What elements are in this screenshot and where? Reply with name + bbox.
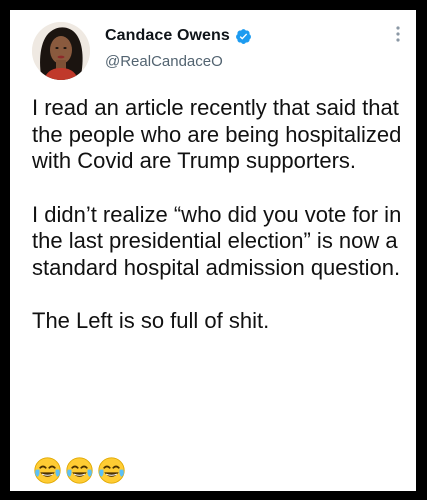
- face-with-tears-of-joy-icon: [65, 456, 94, 485]
- verified-badge-icon: [235, 28, 252, 45]
- tweet-text: I read an article recently that said tha…: [32, 95, 402, 335]
- more-options-icon[interactable]: [394, 24, 402, 44]
- emoji-row: [33, 456, 126, 485]
- face-with-tears-of-joy-icon: [33, 456, 62, 485]
- tweet-paragraph: The Left is so full of shit.: [32, 308, 270, 333]
- tweet-paragraph: I read an article recently that said tha…: [32, 95, 402, 173]
- author-name-row: Candace Owens: [105, 27, 252, 45]
- tweet-card: Candace Owens @RealCandaceO I read an ar…: [10, 10, 416, 491]
- face-with-tears-of-joy-icon: [97, 456, 126, 485]
- author-handle[interactable]: @RealCandaceO: [105, 53, 223, 70]
- author-display-name[interactable]: Candace Owens: [105, 27, 230, 45]
- tweet-paragraph: I didn’t realize “who did you vote for i…: [32, 201, 402, 280]
- avatar[interactable]: [32, 22, 90, 80]
- profile-photo: [32, 22, 90, 80]
